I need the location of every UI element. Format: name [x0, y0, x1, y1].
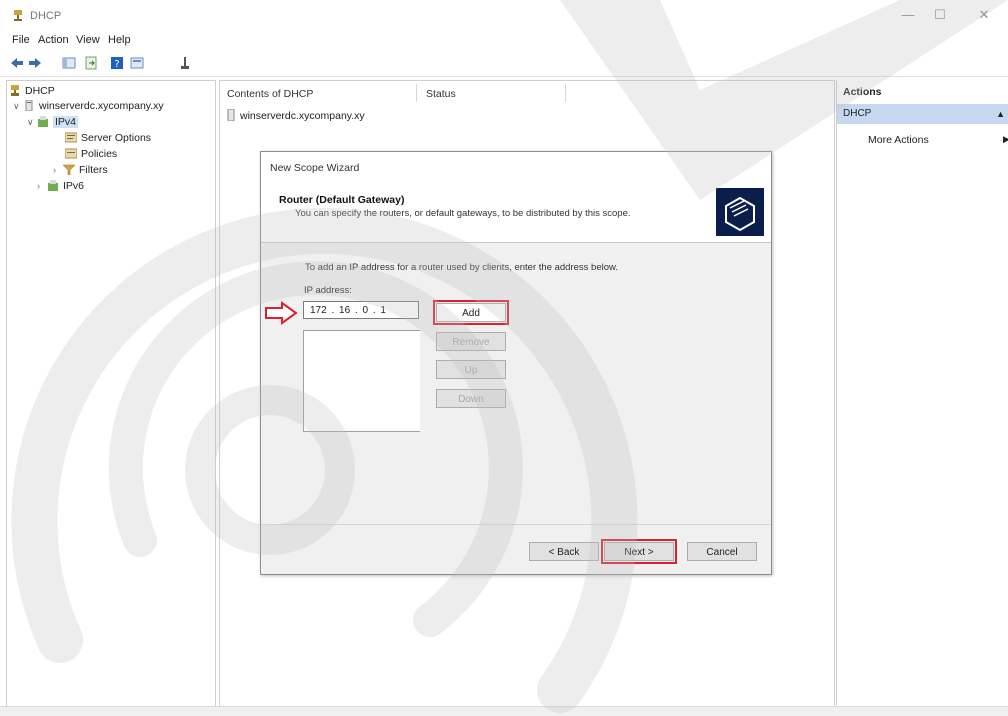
ipv4-icon: [38, 116, 48, 127]
options-icon: [65, 132, 77, 143]
console-icon[interactable]: [130, 56, 144, 70]
chevron-right-icon[interactable]: ›: [37, 178, 47, 194]
ip-address-label: IP address:: [304, 285, 352, 296]
toolbar: [0, 52, 1008, 77]
server-icon: [25, 100, 33, 111]
plug-icon[interactable]: [178, 56, 192, 70]
export-icon[interactable]: [84, 56, 98, 70]
chevron-right-icon[interactable]: ›: [53, 162, 63, 178]
window-title: DHCP: [30, 10, 62, 22]
show-pane-icon[interactable]: [62, 56, 76, 70]
gateway-list[interactable]: [303, 330, 420, 432]
tree-pane: DHCP ∨ winserverdc.xycompany.xy ∨ IPv4 Ser…: [6, 80, 216, 707]
list-item-label: winserverdc.xycompany.xy: [240, 110, 365, 122]
wizard-title: New Scope Wizard: [270, 162, 360, 174]
next-button[interactable]: Next >: [601, 539, 677, 564]
tree-label-dhcp: DHCP: [25, 85, 55, 97]
new-scope-wizard-dialog: New Scope Wizard Router (Default Gateway…: [260, 151, 772, 575]
list-item-server[interactable]: winserverdc.xycompany.xy: [226, 108, 365, 122]
up-button[interactable]: Up: [436, 360, 506, 379]
chevron-down-icon[interactable]: ∨: [27, 114, 37, 130]
tree-label-ipv4: IPv4: [53, 116, 79, 128]
tree-label-filters: Filters: [79, 164, 108, 176]
dhcp-app-icon: [14, 10, 22, 21]
actions-header: Actions: [843, 86, 882, 98]
actions-section-dhcp[interactable]: DHCP ▲: [837, 104, 1008, 124]
dhcp-icon: [11, 85, 19, 96]
red-arrow-annotation-icon: [265, 301, 298, 325]
ip-address-field[interactable]: 172 . 16 . 0 . 1: [303, 301, 419, 319]
menu-file[interactable]: File: [12, 34, 30, 46]
more-actions-link[interactable]: More Actions: [868, 134, 929, 146]
menu-view[interactable]: View: [76, 34, 100, 46]
tree-label-ipv6: IPv6: [63, 180, 85, 192]
tree-label-server-options: Server Options: [81, 132, 152, 144]
ipv6-icon: [48, 180, 58, 191]
wizard-folder-icon: [716, 188, 764, 236]
forward-arrow-icon[interactable]: [28, 56, 42, 70]
help-icon[interactable]: ?: [110, 56, 124, 70]
menu-bar: [0, 30, 1008, 50]
add-button[interactable]: Add: [433, 300, 509, 325]
tree-node-server[interactable]: ∨ winserverdc.xycompany.xy: [13, 98, 164, 114]
back-arrow-icon[interactable]: [10, 56, 24, 70]
column-divider[interactable]: [565, 84, 566, 102]
tree-node-ipv4[interactable]: ∨ IPv4: [27, 114, 207, 130]
column-divider[interactable]: [416, 84, 417, 102]
down-button[interactable]: Down: [436, 389, 506, 408]
menu-action[interactable]: Action: [38, 34, 69, 46]
filters-icon: [63, 164, 75, 175]
menu-help[interactable]: Help: [108, 34, 131, 46]
cancel-button[interactable]: Cancel: [687, 542, 757, 561]
column-header-contents[interactable]: Contents of DHCP: [227, 88, 313, 100]
tree-node-server-options[interactable]: Server Options: [65, 130, 151, 146]
column-header-status[interactable]: Status: [426, 88, 456, 100]
maximize-button[interactable]: ☐: [930, 6, 950, 24]
wizard-page-heading: Router (Default Gateway): [279, 194, 405, 206]
wizard-footer-divider: [261, 524, 771, 525]
tree-node-dhcp[interactable]: DHCP: [9, 83, 55, 99]
policies-icon: [65, 148, 77, 159]
actions-section-label: DHCP: [843, 108, 872, 119]
title-bar: [0, 0, 1008, 30]
chevron-down-icon[interactable]: ∨: [13, 98, 23, 114]
tree-node-policies[interactable]: Policies: [65, 146, 117, 162]
wizard-page-subheading: You can specify the routers, or default …: [295, 208, 631, 219]
server-icon: [227, 108, 235, 122]
close-button[interactable]: ✕: [974, 6, 994, 24]
collapse-arrow-icon[interactable]: ▲: [996, 104, 1005, 124]
minimize-button[interactable]: —: [898, 6, 918, 24]
back-button[interactable]: < Back: [529, 542, 599, 561]
submenu-arrow-icon[interactable]: ▶: [1003, 134, 1008, 145]
tree-node-filters[interactable]: › Filters: [53, 162, 108, 178]
tree-label-server: winserverdc.xycompany.xy: [39, 100, 164, 112]
actions-pane: Actions DHCP ▲ More Actions ▶: [836, 80, 1008, 705]
svg-text:?: ?: [114, 59, 119, 70]
wizard-instruction: To add an IP address for a router used b…: [305, 262, 618, 273]
tree-label-policies: Policies: [81, 148, 118, 160]
tree-node-ipv6[interactable]: › IPv6: [37, 178, 84, 194]
remove-button[interactable]: Remove: [436, 332, 506, 351]
